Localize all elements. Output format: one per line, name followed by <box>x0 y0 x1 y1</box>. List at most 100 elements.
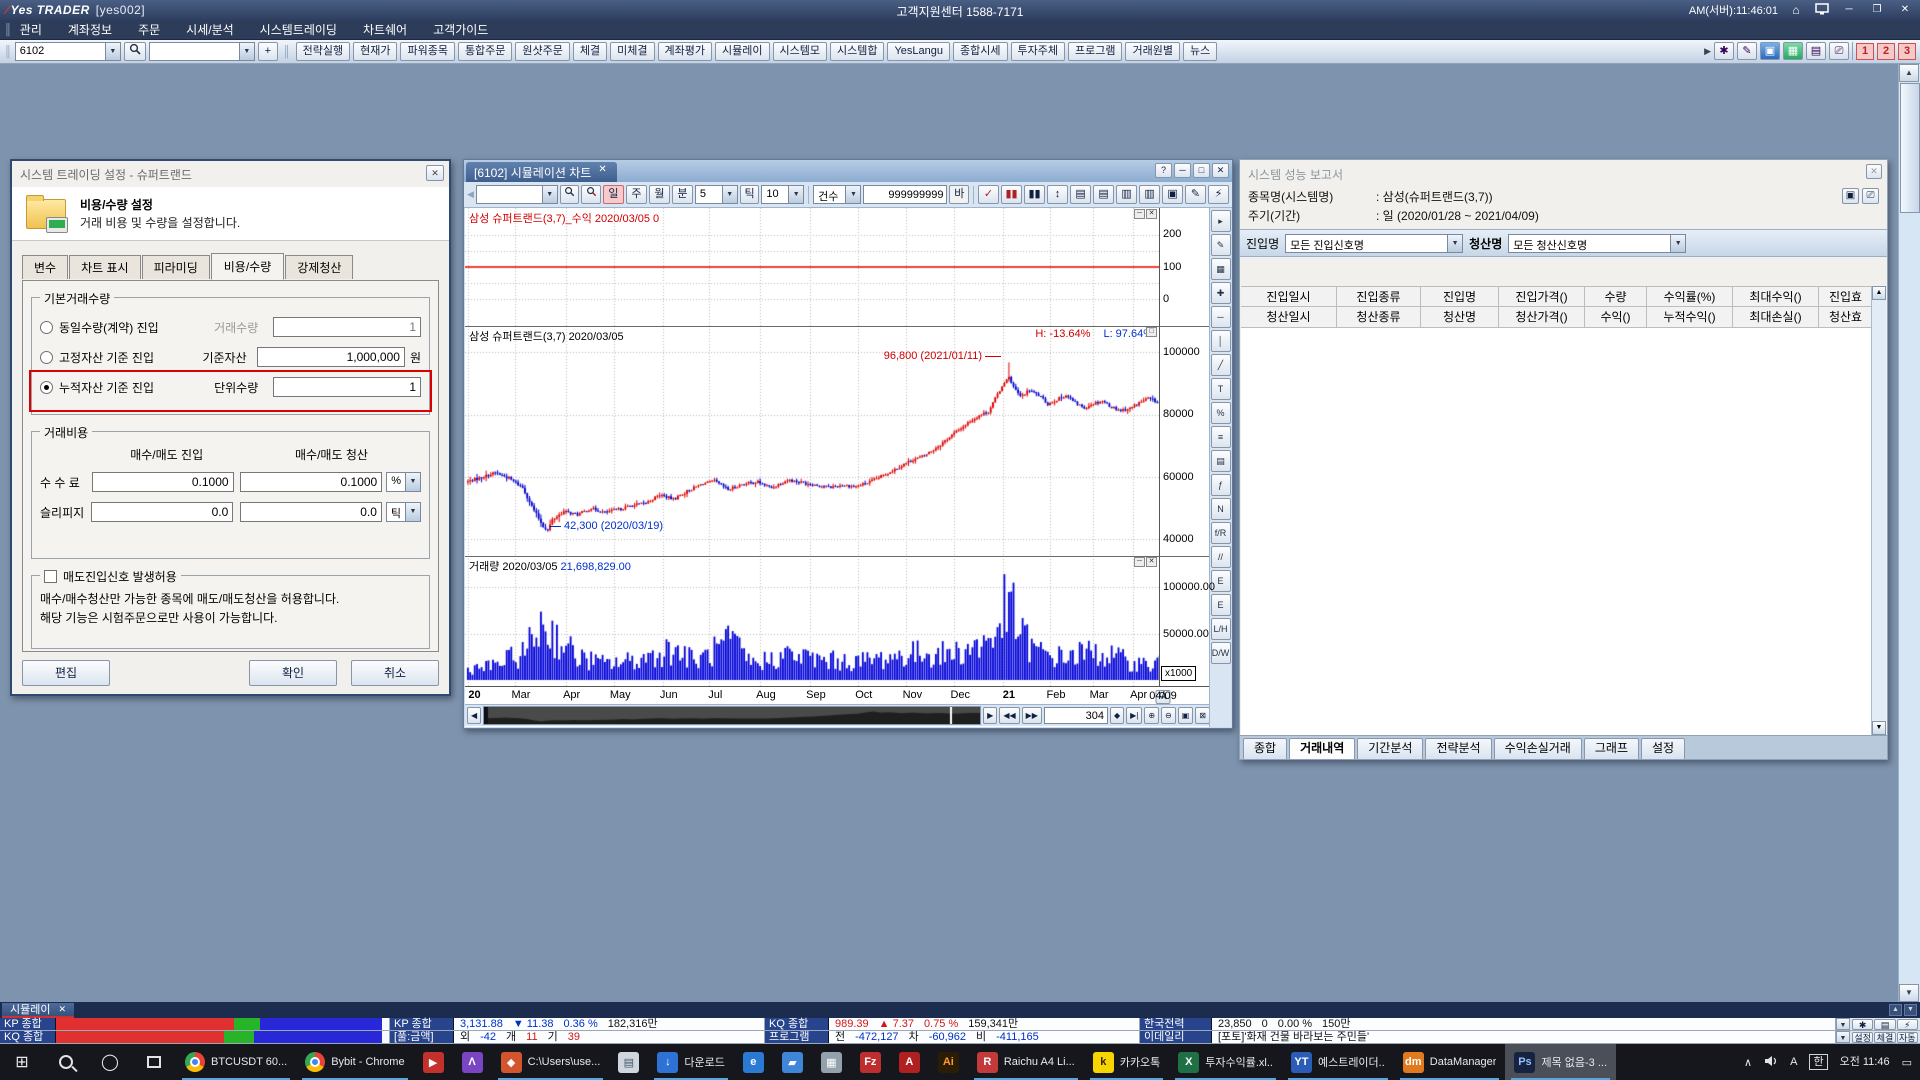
dialog-tab-3[interactable]: 비용/수량 <box>211 253 285 280</box>
save-chart-icon[interactable]: ▣ <box>1162 185 1183 204</box>
slippage-exit-input[interactable] <box>240 502 382 522</box>
language-indicator[interactable]: 한 <box>1809 1054 1827 1070</box>
report-tab-거래내역[interactable]: 거래내역 <box>1289 738 1355 759</box>
nav-diamond-icon[interactable]: ◆ <box>1110 707 1124 724</box>
chevron-down-icon[interactable]: ▼ <box>542 186 557 203</box>
count-combo[interactable]: 건수 ▼ <box>813 185 861 204</box>
edit-pen-icon[interactable]: ✎ <box>1737 42 1757 60</box>
toolbar-button-9[interactable]: 시스템모 <box>773 42 827 61</box>
chart-window-tab[interactable]: [6102] 시뮬레이션 차트 ✕ <box>466 162 617 182</box>
taskbar-app-folder[interactable]: ▰ <box>773 1044 812 1080</box>
zoom-minus-icon[interactable]: ⊖ <box>1161 707 1176 724</box>
panel-close-icon[interactable]: ✕ <box>1146 209 1157 219</box>
nav-right-icon[interactable]: ▶ <box>983 707 997 724</box>
edit-button[interactable]: 편집 <box>22 660 110 686</box>
taskbar-app-투자수익률.xl..[interactable]: X투자수익률.xl.. <box>1169 1044 1282 1080</box>
close-icon[interactable]: ✕ <box>598 164 606 182</box>
taskbar-app-Raichu A4 Li...[interactable]: RRaichu A4 Li... <box>968 1044 1084 1080</box>
minimize-button[interactable]: ─ <box>1840 3 1858 17</box>
allow-sell-signal-checkbox[interactable] <box>44 570 57 583</box>
column-header-최대수익()[interactable]: 최대수익() <box>1733 286 1819 307</box>
scroll-up-icon[interactable]: ▲ <box>1899 64 1919 82</box>
taskbar-app-DataManager[interactable]: dmDataManager <box>1394 1044 1506 1080</box>
report-tab-전략분석[interactable]: 전략분석 <box>1425 738 1491 759</box>
toolbar-button-12[interactable]: 종합시세 <box>953 42 1007 61</box>
percent-tool-icon[interactable]: % <box>1211 402 1231 424</box>
settings-button[interactable]: 설정 <box>1852 1032 1873 1043</box>
ime-mode[interactable]: A <box>1790 1056 1797 1068</box>
start-button[interactable]: ⊞ <box>0 1044 44 1080</box>
toolbar-button-10[interactable]: 시스템합 <box>830 42 884 61</box>
dock-button-2[interactable]: ▼ <box>1904 1004 1917 1016</box>
exit-signal-icon[interactable]: E <box>1211 594 1231 616</box>
parallel-tool-icon[interactable]: // <box>1211 546 1231 568</box>
nav-left-icon[interactable]: ◀ <box>467 707 481 724</box>
scroll-down-icon[interactable]: ▼ <box>1899 984 1919 1002</box>
speaker-icon[interactable] <box>1764 1055 1778 1070</box>
panel-close-icon[interactable]: ✕ <box>1146 557 1157 567</box>
toolbar-button-11[interactable]: YesLangu <box>887 42 950 61</box>
radio-equal-quantity[interactable] <box>40 321 53 334</box>
copy-chart-icon[interactable]: ▥ <box>1139 185 1160 204</box>
trendline-tool-icon[interactable]: ╱ <box>1211 354 1231 376</box>
strategy-combo[interactable]: ▼ <box>149 42 255 61</box>
column-header-수익()[interactable]: 수익() <box>1585 307 1647 328</box>
taskbar-app-document[interactable]: ▤ <box>609 1044 648 1080</box>
scroll-up-icon[interactable]: ▲ <box>1872 286 1886 300</box>
nav-fast-left-icon[interactable]: ◀◀ <box>999 707 1019 724</box>
radio-fixed-asset[interactable] <box>40 351 53 364</box>
trade-qty-input[interactable] <box>273 317 421 337</box>
pointer-tool-icon[interactable]: ▸ <box>1211 210 1231 232</box>
panel-minimize-icon[interactable]: ─ <box>1134 557 1145 567</box>
radio-cumulative-asset[interactable] <box>40 381 53 394</box>
restore-chart-icon[interactable]: ▥ <box>1116 185 1137 204</box>
column-header-진입명[interactable]: 진입명 <box>1421 286 1499 307</box>
exit-signal-combo[interactable]: 모든 청산신호명 ▼ <box>1508 234 1686 253</box>
menu-item-5[interactable]: 차트쉐어 <box>363 21 407 38</box>
task-view-icon[interactable] <box>132 1044 176 1080</box>
column-header-청산종류[interactable]: 청산종류 <box>1337 307 1421 328</box>
ok-button[interactable]: 확인 <box>249 660 337 686</box>
chevron-down-icon[interactable]: ▼ <box>722 186 737 203</box>
entry-signal-combo[interactable]: 모든 진입신호명 ▼ <box>1285 234 1463 253</box>
search-icon[interactable] <box>44 1044 88 1080</box>
print-icon[interactable]: ⎚ <box>1862 188 1879 204</box>
navigator-minimap[interactable] <box>483 706 981 725</box>
fit-icon[interactable]: ▣ <box>1178 707 1194 724</box>
memo-icon[interactable]: ▤ <box>1874 1019 1895 1030</box>
taskbar-app-acrobat[interactable]: A <box>890 1044 929 1080</box>
close-icon[interactable]: ✕ <box>58 1004 66 1015</box>
column-header-진입종류[interactable]: 진입종류 <box>1337 286 1421 307</box>
chevron-down-icon[interactable]: ▼ <box>788 186 803 203</box>
chevron-down-icon[interactable]: ▼ <box>405 503 420 521</box>
base-asset-input[interactable] <box>257 347 405 367</box>
bar-count-input[interactable] <box>1044 707 1108 724</box>
simulation-dock-tab[interactable]: 시뮬레이 ✕ <box>2 1003 74 1018</box>
tick-number-combo[interactable]: 10 ▼ <box>761 185 804 204</box>
cross-tool-icon[interactable]: ✚ <box>1211 282 1231 304</box>
calendar-icon[interactable]: ▤ <box>1806 42 1826 60</box>
column-header-수익률(%)[interactable]: 수익률(%) <box>1647 286 1733 307</box>
scale-icon[interactable]: ↕ <box>1047 185 1068 204</box>
toolbar-button-2[interactable]: 파워종목 <box>400 42 454 61</box>
close-icon[interactable]: ✕ <box>1866 164 1882 179</box>
edit-chart-icon[interactable]: ✎ <box>1185 185 1206 204</box>
printer-icon[interactable]: ⎚ <box>1829 42 1849 60</box>
taskbar-app-다운로드[interactable]: ↓다운로드 <box>648 1044 733 1080</box>
column-header-최대손실()[interactable]: 최대손실() <box>1733 307 1819 328</box>
taskbar-app-BTCUSDT 60...[interactable]: BTCUSDT 60... <box>176 1044 296 1080</box>
chevron-down-icon[interactable]: ▼ <box>105 43 120 60</box>
tray-expand-icon[interactable]: ∧ <box>1744 1056 1752 1069</box>
slippage-entry-input[interactable] <box>91 502 233 522</box>
column-header-수량[interactable]: 수량 <box>1585 286 1647 307</box>
period-button-일[interactable]: 일 <box>603 185 624 204</box>
taskbar-app-C:\Users\use...[interactable]: ◆C:\Users\use... <box>492 1044 610 1080</box>
period-button-분[interactable]: 분 <box>672 185 693 204</box>
taskbar-app-Bybit - Chrome[interactable]: Bybit - Chrome <box>296 1044 413 1080</box>
column-header-청산가격()[interactable]: 청산가격() <box>1499 307 1585 328</box>
period-button-주[interactable]: 주 <box>626 185 647 204</box>
column-header-진입가격()[interactable]: 진입가격() <box>1499 286 1585 307</box>
lookup-chart-icon[interactable]: ▤ <box>1093 185 1114 204</box>
cancel-button[interactable]: 취소 <box>351 660 439 686</box>
taskbar-app-internet-explorer[interactable]: e <box>734 1044 773 1080</box>
